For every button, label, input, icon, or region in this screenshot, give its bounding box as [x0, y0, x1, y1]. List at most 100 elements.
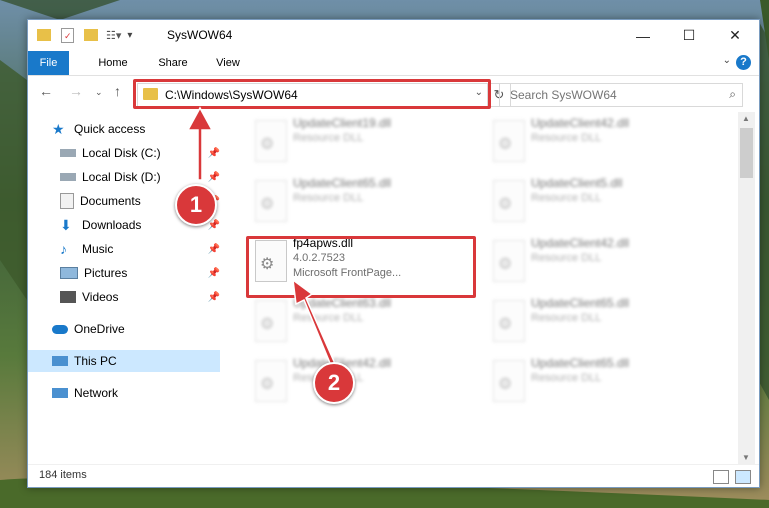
nav-label: Downloads — [82, 218, 142, 232]
file-type: Resource DLL — [293, 192, 364, 204]
nav-label: Local Disk (D:) — [82, 170, 161, 184]
music-icon: ♪ — [60, 241, 67, 257]
search-input[interactable] — [508, 87, 712, 103]
scrollbar-thumb[interactable] — [740, 128, 753, 178]
nav-item-pictures[interactable]: Pictures 📌 — [60, 262, 220, 284]
nav-item-local-disk-c[interactable]: Local Disk (C:) 📌 — [60, 142, 220, 164]
nav-item-quick-access[interactable]: ★ Quick access — [52, 118, 244, 140]
file-item[interactable]: ⚙ UpdateClient65.dll Resource DLL — [483, 296, 683, 352]
file-name: UpdateClient42.dll — [531, 236, 630, 250]
back-arrow-icon[interactable]: ← — [39, 83, 53, 99]
gear-icon: ⚙ — [260, 316, 275, 333]
pin-icon: 📌 — [207, 267, 220, 279]
maximize-button[interactable]: ☐ — [666, 20, 712, 51]
nav-item-videos[interactable]: Videos 📌 — [60, 286, 220, 308]
new-folder-icon[interactable] — [84, 29, 98, 41]
gear-icon: ⚙ — [260, 136, 275, 153]
view-options-icon[interactable]: ☷▾ — [106, 29, 121, 42]
file-type: Resource DLL — [293, 132, 364, 144]
file-item[interactable]: ⚙ UpdateClient65.dll Resource DLL — [245, 176, 445, 232]
nav-item-onedrive[interactable]: OneDrive — [52, 318, 244, 340]
search-icon[interactable]: ⌕ — [729, 87, 736, 102]
item-count: 184 items — [39, 469, 87, 481]
status-bar: 184 items — [28, 464, 759, 488]
gear-icon: ⚙ — [260, 376, 275, 393]
nav-label: This PC — [74, 354, 117, 368]
scroll-down-icon[interactable]: ▼ — [742, 453, 750, 462]
drive-icon — [60, 149, 76, 157]
nav-label: Pictures — [84, 266, 128, 280]
file-type: Resource DLL — [293, 312, 364, 324]
properties-icon[interactable]: ✓ — [61, 27, 74, 43]
tab-view[interactable]: View — [203, 51, 253, 75]
up-arrow-icon[interactable]: ↑ — [114, 83, 121, 99]
scroll-up-icon[interactable]: ▲ — [742, 114, 750, 123]
file-type: Resource DLL — [531, 252, 602, 264]
help-icon[interactable]: ? — [736, 55, 751, 70]
file-type: Resource DLL — [531, 132, 602, 144]
window-title: SysWOW64 — [167, 28, 233, 42]
tab-file[interactable]: File — [28, 51, 69, 75]
recent-locations-icon[interactable]: ⌄ — [95, 87, 103, 98]
navigation-pane: ★ Quick access Local Disk (C:) 📌 Local D… — [28, 112, 220, 464]
title-bar: ✓ ☷▾ ▾ SysWOW64 — ☐ ✕ — [28, 20, 759, 51]
tab-home[interactable]: Home — [88, 51, 138, 75]
file-item[interactable]: ⚙ UpdateClient42.dll Resource DLL — [483, 236, 683, 292]
file-type: Resource DLL — [531, 312, 602, 324]
file-type: Resource DLL — [531, 192, 602, 204]
tab-share[interactable]: Share — [148, 51, 198, 75]
file-name: UpdateClient65.dll — [293, 176, 392, 190]
star-icon: ★ — [52, 121, 65, 137]
nav-item-this-pc[interactable]: This PC — [28, 350, 220, 372]
gear-icon: ⚙ — [498, 316, 513, 333]
network-icon — [52, 388, 68, 398]
videos-icon — [60, 291, 76, 303]
pin-icon: 📌 — [207, 243, 220, 255]
gear-icon: ⚙ — [498, 196, 513, 213]
explorer-window: ✓ ☷▾ ▾ SysWOW64 — ☐ ✕ File Home Share Vi… — [27, 19, 760, 488]
file-name: UpdateClient65.dll — [531, 296, 630, 310]
close-button[interactable]: ✕ — [712, 20, 758, 51]
gear-icon: ⚙ — [498, 256, 513, 273]
nav-label: Network — [74, 386, 119, 400]
address-row: ← → ⌄ ↑ C:\Windows\SysWOW64 ⌄ ↻ ⌕ — [28, 76, 759, 110]
gear-icon: ⚙ — [260, 196, 275, 213]
nav-label: Videos — [82, 290, 119, 304]
forward-arrow-icon[interactable]: → — [69, 83, 83, 99]
callout-1: 1 — [175, 184, 217, 226]
file-item[interactable]: ⚙ UpdateClient5.dll Resource DLL — [483, 176, 683, 232]
vertical-scrollbar[interactable]: ▲ ▼ — [738, 112, 755, 464]
search-box[interactable]: ⌕ — [499, 83, 743, 107]
details-view-icon[interactable] — [713, 470, 729, 484]
file-highlight-box — [246, 236, 476, 298]
file-item[interactable]: ⚙ UpdateClient42.dll Resource DLL — [483, 116, 683, 172]
nav-label: Local Disk (C:) — [82, 146, 161, 160]
file-item[interactable]: ⚙ UpdateClient63.dll Resource DLL — [245, 296, 445, 352]
nav-item-music[interactable]: ♪ Music 📌 — [60, 238, 220, 260]
address-highlight-box — [133, 79, 491, 109]
cloud-icon — [52, 324, 68, 334]
ribbon-tabs: File Home Share View ⌄ ? — [28, 51, 759, 76]
expand-ribbon-icon[interactable]: ⌄ — [723, 55, 731, 66]
drive-icon — [60, 173, 76, 181]
file-name: UpdateClient63.dll — [293, 296, 392, 310]
nav-item-network[interactable]: Network — [52, 382, 244, 404]
computer-icon — [52, 356, 68, 366]
folder-icon — [37, 29, 51, 41]
file-name: UpdateClient42.dll — [531, 116, 630, 130]
pin-icon: 📌 — [207, 171, 220, 183]
nav-label: Quick access — [74, 122, 146, 136]
minimize-button[interactable]: — — [620, 20, 666, 51]
file-item[interactable]: ⚙ UpdateClient19.dll Resource DLL — [245, 116, 445, 172]
large-icons-view-icon[interactable] — [735, 470, 751, 484]
gear-icon: ⚙ — [498, 376, 513, 393]
file-item[interactable]: ⚙ UpdateClient65.dll Resource DLL — [483, 356, 683, 412]
gear-icon: ⚙ — [498, 136, 513, 153]
file-name: UpdateClient65.dll — [531, 356, 630, 370]
nav-label: Documents — [80, 194, 141, 208]
documents-icon — [60, 193, 74, 209]
nav-label: Music — [82, 242, 114, 256]
pin-icon: 📌 — [207, 291, 220, 303]
pin-icon: 📌 — [207, 147, 220, 159]
customize-toolbar-icon[interactable]: ▾ — [127, 30, 132, 41]
